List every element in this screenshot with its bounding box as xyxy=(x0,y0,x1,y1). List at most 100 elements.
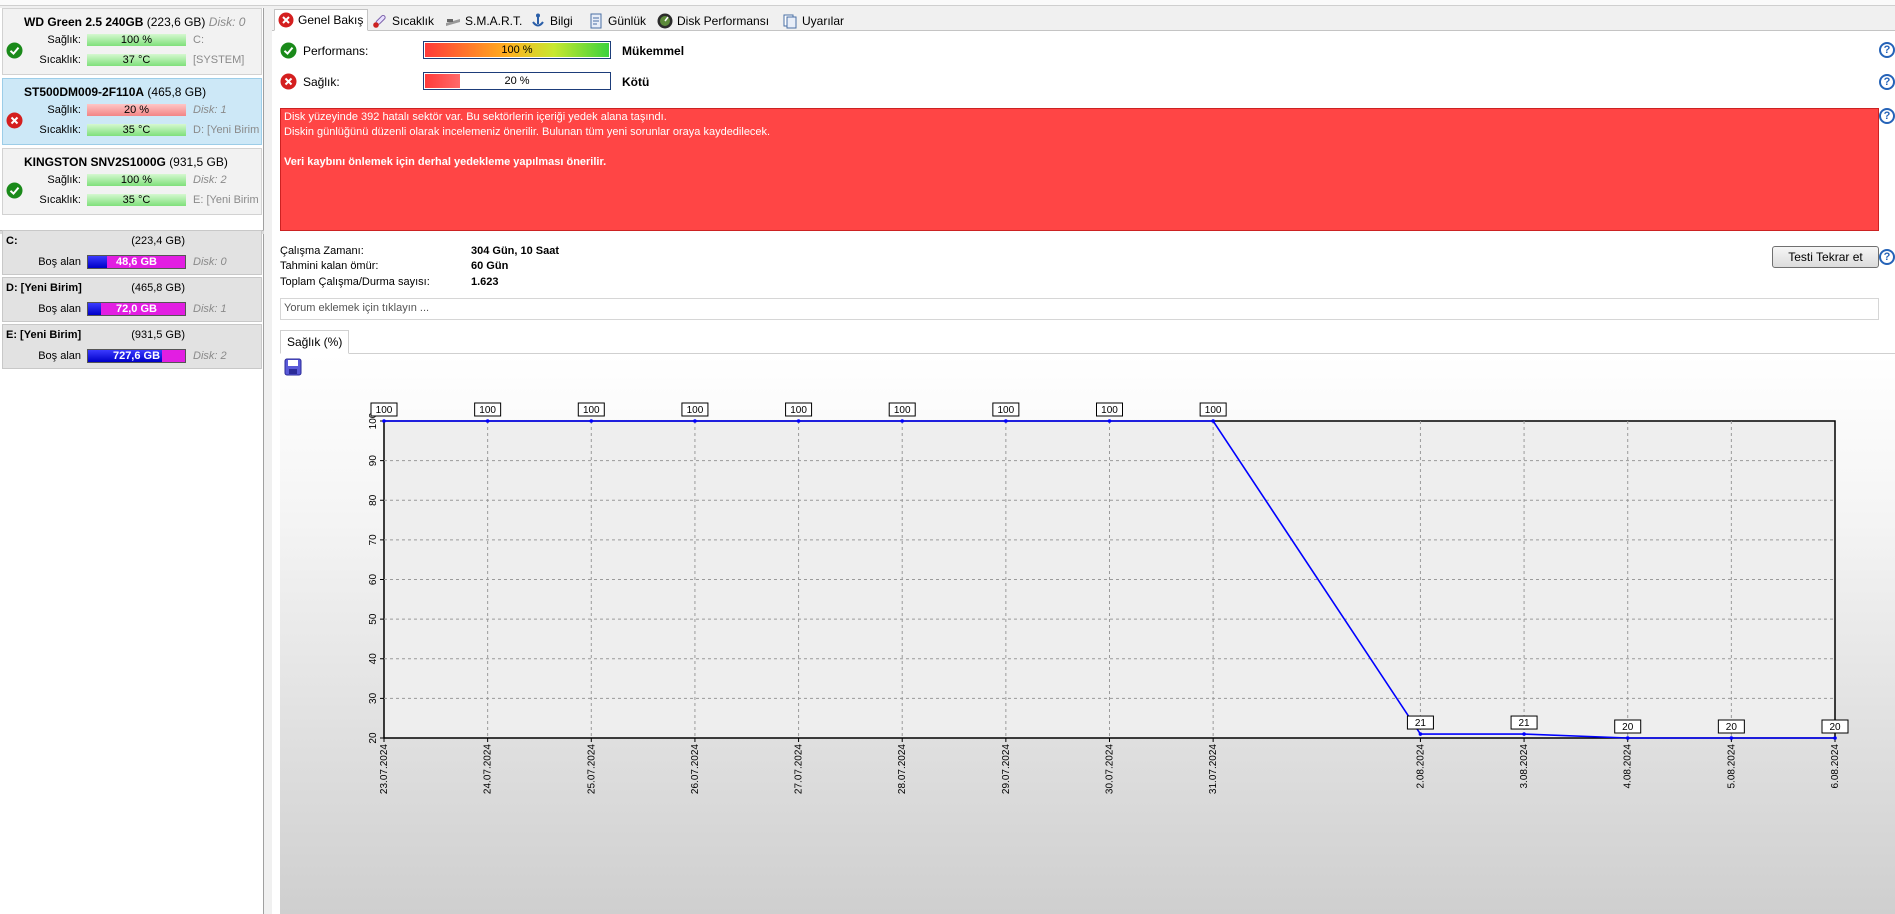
uptime-label: Çalışma Zamanı: xyxy=(280,245,364,257)
data-point xyxy=(382,419,386,423)
tab-temperature[interactable]: Sıcaklık xyxy=(368,10,439,31)
error-icon xyxy=(280,73,297,90)
x-tick-label: 2.08.2024 xyxy=(1415,744,1426,789)
volume-name: E: [Yeni Birim] xyxy=(6,329,82,341)
disk-item[interactable]: ST500DM009-2F110A (465,8 GB) Sağlık: 20 … xyxy=(2,78,262,145)
data-label: 100 xyxy=(785,402,813,417)
x-tick-label: 5.08.2024 xyxy=(1726,744,1737,789)
free-space-label: Boş alan xyxy=(38,256,81,268)
performance-icon xyxy=(657,13,673,28)
y-tick-label: 70 xyxy=(368,534,379,546)
data-label-text: 100 xyxy=(790,405,807,416)
volume-item[interactable]: E: [Yeni Birim] (931,5 GB) Boş alan 727,… xyxy=(2,324,262,369)
volume-name: D: [Yeni Birim] xyxy=(6,282,82,294)
data-label: 20 xyxy=(1821,719,1849,734)
tab-overview[interactable]: Genel Bakış xyxy=(274,9,369,31)
disk-number: Disk: 1 xyxy=(193,303,227,315)
disk-number: Disk: 0 xyxy=(193,256,227,268)
data-label-text: 100 xyxy=(583,405,600,416)
disk-number: Disk: 1 xyxy=(193,104,227,116)
x-tick-label: 27.07.2024 xyxy=(794,744,805,794)
data-point xyxy=(693,419,697,423)
data-point xyxy=(1729,736,1734,740)
x-tick-label: 3.08.2024 xyxy=(1519,744,1530,789)
error-icon xyxy=(278,12,294,28)
data-point xyxy=(1211,419,1215,423)
disk-item[interactable]: WD Green 2.5 240GB (223,6 GB) Disk: 0 Sa… xyxy=(2,8,262,75)
performance-rating: Mükemmel xyxy=(622,44,685,58)
help-icon[interactable]: ? xyxy=(1879,74,1895,90)
health-label: Sağlık: xyxy=(47,34,81,46)
data-label-text: 100 xyxy=(894,405,911,416)
health-bar: 100 % xyxy=(87,34,186,46)
disk-title: ST500DM009-2F110A (465,8 GB) xyxy=(24,85,207,99)
data-label: 100 xyxy=(1199,402,1227,417)
y-tick-label: 80 xyxy=(368,494,379,506)
health-label: Sağlık: xyxy=(303,75,340,89)
cycles-value: 1.623 xyxy=(471,276,499,288)
volume-size: (465,8 GB) xyxy=(131,282,185,294)
data-label-text: 100 xyxy=(1205,405,1222,416)
tab-smart[interactable]: S.M.A.R.T. xyxy=(441,10,527,31)
free-space-bar: 72,0 GB xyxy=(87,302,186,316)
health-rating: Kötü xyxy=(622,75,650,89)
y-tick-label: 90 xyxy=(368,455,379,467)
tab-info[interactable]: Bilgi xyxy=(526,10,578,31)
y-tick-label: 50 xyxy=(368,613,379,625)
tab-health-chart[interactable]: Sağlık (%) xyxy=(280,330,350,354)
comment-input[interactable]: Yorum eklemek için tıklayın ... xyxy=(280,298,1879,320)
data-label: 20 xyxy=(1717,719,1745,734)
help-icon[interactable]: ? xyxy=(1879,108,1895,124)
y-tick-label: 60 xyxy=(368,574,379,586)
disk-number: Disk: 2 xyxy=(193,174,227,186)
y-tick-label: 40 xyxy=(368,653,379,665)
life-label: Tahmini kalan ömür: xyxy=(280,260,379,272)
alert-text: Diskin günlüğünü düzenli olarak inceleme… xyxy=(284,126,771,138)
volume-size: (223,4 GB) xyxy=(131,235,185,247)
help-icon[interactable]: ? xyxy=(1879,249,1895,265)
retest-button[interactable]: Testi Tekrar et xyxy=(1772,246,1879,268)
y-tick-label: 30 xyxy=(368,692,379,704)
chart-tab-bar: Sağlık (%) xyxy=(280,330,1895,354)
volume-size: (931,5 GB) xyxy=(131,329,185,341)
alert-box: Disk yüzeyinde 392 hatalı sektör var. Bu… xyxy=(280,108,1879,231)
data-label: 21 xyxy=(1510,715,1538,730)
performance-label: Performans: xyxy=(303,44,369,58)
x-tick-label: 29.07.2024 xyxy=(1001,744,1012,794)
smart-icon xyxy=(446,18,460,26)
free-space-label: Boş alan xyxy=(38,350,81,362)
data-label: 100 xyxy=(888,402,916,417)
volume-item[interactable]: D: [Yeni Birim] (465,8 GB) Boş alan 72,0… xyxy=(2,277,262,322)
data-label-text: 21 xyxy=(1519,718,1531,729)
data-label-text: 100 xyxy=(687,405,704,416)
main-pane: Genel Bakış Sıcaklık S.M.A.R.T. Bilgi Gü… xyxy=(272,8,1895,914)
performance-bar: 100 % xyxy=(423,41,611,59)
x-tick-label: 6.08.2024 xyxy=(1830,744,1841,789)
data-label-text: 20 xyxy=(1726,722,1738,733)
thermometer-icon xyxy=(373,14,386,28)
disk-item[interactable]: KINGSTON SNV2S1000G (931,5 GB) Sağlık: 1… xyxy=(2,148,262,215)
free-space-bar: 727,6 GB xyxy=(87,349,186,363)
data-label-text: 20 xyxy=(1622,722,1634,733)
health-chart: 20 30 40 50 60 70 80 90 100 23.07.2024 24.07.2024 2… xyxy=(368,402,1849,794)
tab-disk-performance[interactable]: Disk Performansı xyxy=(653,10,774,31)
data-label-text: 21 xyxy=(1415,718,1427,729)
x-tick-label: 28.07.2024 xyxy=(897,744,908,794)
alert-text: Disk yüzeyinde 392 hatalı sektör var. Bu… xyxy=(284,111,667,123)
data-label-text: 100 xyxy=(376,405,393,416)
free-space-bar: 48,6 GB xyxy=(87,255,186,269)
volume-item[interactable]: C: (223,4 GB) Boş alan 48,6 GB Disk: 0 xyxy=(2,230,262,275)
data-point xyxy=(1107,419,1112,423)
data-point xyxy=(1418,732,1423,736)
help-icon[interactable]: ? xyxy=(1879,42,1895,58)
data-label: 100 xyxy=(474,402,502,417)
life-value: 60 Gün xyxy=(471,260,509,272)
volume-hint: D: [Yeni Birim xyxy=(193,124,260,136)
data-label-text: 100 xyxy=(998,405,1015,416)
disk-title: WD Green 2.5 240GB (223,6 GB) Disk: 0 xyxy=(24,15,246,29)
volume-hint: [SYSTEM] xyxy=(193,54,245,66)
uptime-value: 304 Gün, 10 Saat xyxy=(471,245,560,257)
tab-log[interactable]: Günlük xyxy=(584,10,651,31)
temperature-label: Sıcaklık: xyxy=(39,54,81,66)
tab-alerts[interactable]: Uyarılar xyxy=(778,10,849,31)
